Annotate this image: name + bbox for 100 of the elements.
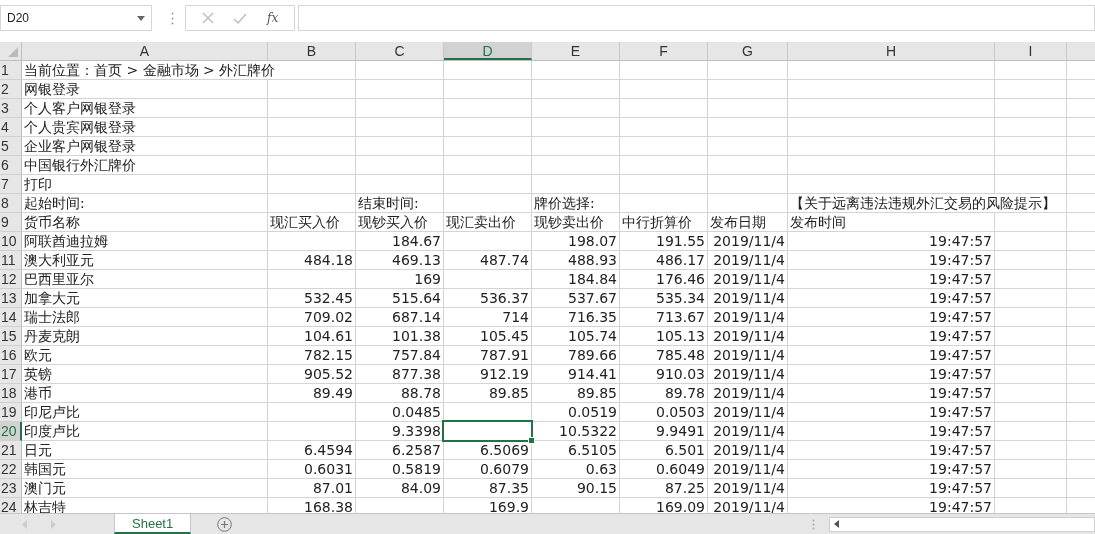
column-header[interactable]: G bbox=[708, 42, 788, 60]
horizontal-scrollbar[interactable] bbox=[829, 516, 1095, 532]
table-cell-text: 484.18 bbox=[303, 251, 354, 269]
table-cell-text: 687.14 bbox=[391, 308, 442, 326]
scroll-left-icon[interactable] bbox=[22, 519, 28, 529]
table-cell-text: 19:47:57 bbox=[928, 346, 993, 364]
row-header[interactable]: 4 bbox=[0, 118, 22, 137]
table-cell: 澳大利亚元 bbox=[22, 251, 96, 269]
table-cell-text: 19:47:57 bbox=[928, 441, 993, 459]
table-cell-text: 0.0519 bbox=[567, 403, 618, 421]
table-cell-text: 716.35 bbox=[567, 308, 618, 326]
table-cell-text: 469.13 bbox=[391, 251, 442, 269]
table-cell-text: 89.78 bbox=[663, 384, 706, 402]
table-cell: 瑞士法郎 bbox=[22, 308, 82, 326]
table-cell-text: 105.45 bbox=[479, 327, 530, 345]
row-header[interactable]: 20 bbox=[0, 422, 22, 441]
table-cell-text: 169 bbox=[413, 270, 442, 288]
row-header[interactable]: 11 bbox=[0, 251, 22, 270]
row-header[interactable]: 10 bbox=[0, 232, 22, 251]
table-cell: 牌价选择: bbox=[532, 194, 597, 212]
row-header[interactable]: 24 bbox=[0, 498, 22, 513]
row-header[interactable]: 12 bbox=[0, 270, 22, 289]
row-header[interactable]: 9 bbox=[0, 213, 22, 232]
column-header[interactable]: D bbox=[444, 42, 532, 60]
more-options-icon[interactable] bbox=[171, 12, 174, 25]
column-header[interactable]: I bbox=[995, 42, 1067, 60]
table-cell-text: 0.5819 bbox=[391, 460, 442, 478]
table-cell-text: 709.02 bbox=[303, 308, 354, 326]
add-sheet-icon[interactable] bbox=[217, 516, 233, 532]
table-cell: 英镑 bbox=[22, 365, 54, 383]
column-header[interactable]: A bbox=[22, 42, 268, 60]
table-cell-text: 2019/11/4 bbox=[712, 422, 786, 440]
table-cell-text: 0.6031 bbox=[303, 460, 354, 478]
table-cell-text: 2019/11/4 bbox=[712, 251, 786, 269]
column-header[interactable]: E bbox=[532, 42, 620, 60]
table-cell-text: 487.74 bbox=[479, 251, 530, 269]
column-header[interactable]: B bbox=[268, 42, 356, 60]
cancel-icon[interactable] bbox=[201, 12, 214, 24]
insert-function-button[interactable]: fx bbox=[267, 11, 279, 25]
table-cell: 现汇买入价 bbox=[268, 213, 342, 231]
table-cell-text: 532.45 bbox=[303, 289, 354, 307]
table-cell-text: 488.93 bbox=[567, 251, 618, 269]
name-box[interactable]: D20 bbox=[0, 5, 152, 31]
table-cell-text: 2019/11/4 bbox=[712, 441, 786, 459]
table-cell-text: 9.9491 bbox=[655, 422, 706, 440]
table-cell-text: 757.84 bbox=[391, 346, 442, 364]
table-cell-text: 169.09 bbox=[655, 498, 706, 513]
formula-input[interactable] bbox=[298, 5, 1095, 31]
table-cell-text: 169.9 bbox=[487, 498, 530, 513]
table-cell: 发布时间 bbox=[788, 213, 848, 231]
table-cell: 现汇卖出价 bbox=[444, 213, 518, 231]
table-cell-text: 19:47:57 bbox=[928, 232, 993, 250]
row-header[interactable]: 19 bbox=[0, 403, 22, 422]
table-cell-text: 2019/11/4 bbox=[712, 232, 786, 250]
row-header[interactable]: 21 bbox=[0, 441, 22, 460]
row-header[interactable]: 22 bbox=[0, 460, 22, 479]
table-cell-text: 19:47:57 bbox=[928, 327, 993, 345]
table-cell-text: 6.501 bbox=[663, 441, 706, 459]
table-cell-text: 785.48 bbox=[655, 346, 706, 364]
row-header[interactable]: 13 bbox=[0, 289, 22, 308]
row-header[interactable]: 1 bbox=[0, 61, 22, 80]
table-cell-text: 537.67 bbox=[567, 289, 618, 307]
table-cell: 丹麦克朗 bbox=[22, 327, 82, 345]
table-cell-text: 87.01 bbox=[311, 479, 354, 497]
table-cell-text: 89.85 bbox=[487, 384, 530, 402]
cell-cursor[interactable] bbox=[442, 420, 533, 442]
table-cell-text: 536.37 bbox=[479, 289, 530, 307]
row-header[interactable]: 14 bbox=[0, 308, 22, 327]
row-header[interactable]: 2 bbox=[0, 80, 22, 99]
row-header[interactable]: 18 bbox=[0, 384, 22, 403]
table-cell-text: 2019/11/4 bbox=[712, 327, 786, 345]
scroll-left-arrow-icon[interactable] bbox=[834, 520, 839, 528]
checkmark-icon[interactable] bbox=[233, 12, 248, 24]
row-header[interactable]: 23 bbox=[0, 479, 22, 498]
table-cell-text: 914.41 bbox=[567, 365, 618, 383]
row-header[interactable]: 15 bbox=[0, 327, 22, 346]
row-header[interactable]: 17 bbox=[0, 365, 22, 384]
table-cell-text: 2019/11/4 bbox=[712, 498, 786, 513]
column-header[interactable]: H bbox=[788, 42, 995, 60]
row-header[interactable]: 16 bbox=[0, 346, 22, 365]
table-cell-text: 19:47:57 bbox=[928, 384, 993, 402]
table-cell-text: 2019/11/4 bbox=[712, 384, 786, 402]
table-cell-text: 19:47:57 bbox=[928, 289, 993, 307]
column-header[interactable]: F bbox=[620, 42, 708, 60]
table-cell-text: 105.74 bbox=[567, 327, 618, 345]
table-cell-text: 88.78 bbox=[399, 384, 442, 402]
row-header[interactable]: 5 bbox=[0, 137, 22, 156]
row-header[interactable]: 3 bbox=[0, 99, 22, 118]
table-cell-text: 905.52 bbox=[303, 365, 354, 383]
sheet-tab[interactable]: Sheet1 bbox=[114, 514, 192, 534]
table-cell-text: 912.19 bbox=[479, 365, 530, 383]
table-cell: 起始时间: bbox=[22, 194, 87, 212]
table-cell-text: 168.38 bbox=[303, 498, 354, 513]
row-header[interactable]: 7 bbox=[0, 175, 22, 194]
scroll-right-icon[interactable] bbox=[50, 519, 56, 529]
table-cell-text: 89.49 bbox=[311, 384, 354, 402]
table-cell-text: 184.84 bbox=[567, 270, 618, 288]
dropdown-caret-icon bbox=[137, 15, 145, 21]
row-header[interactable]: 8 bbox=[0, 194, 22, 213]
row-header[interactable]: 6 bbox=[0, 156, 22, 175]
